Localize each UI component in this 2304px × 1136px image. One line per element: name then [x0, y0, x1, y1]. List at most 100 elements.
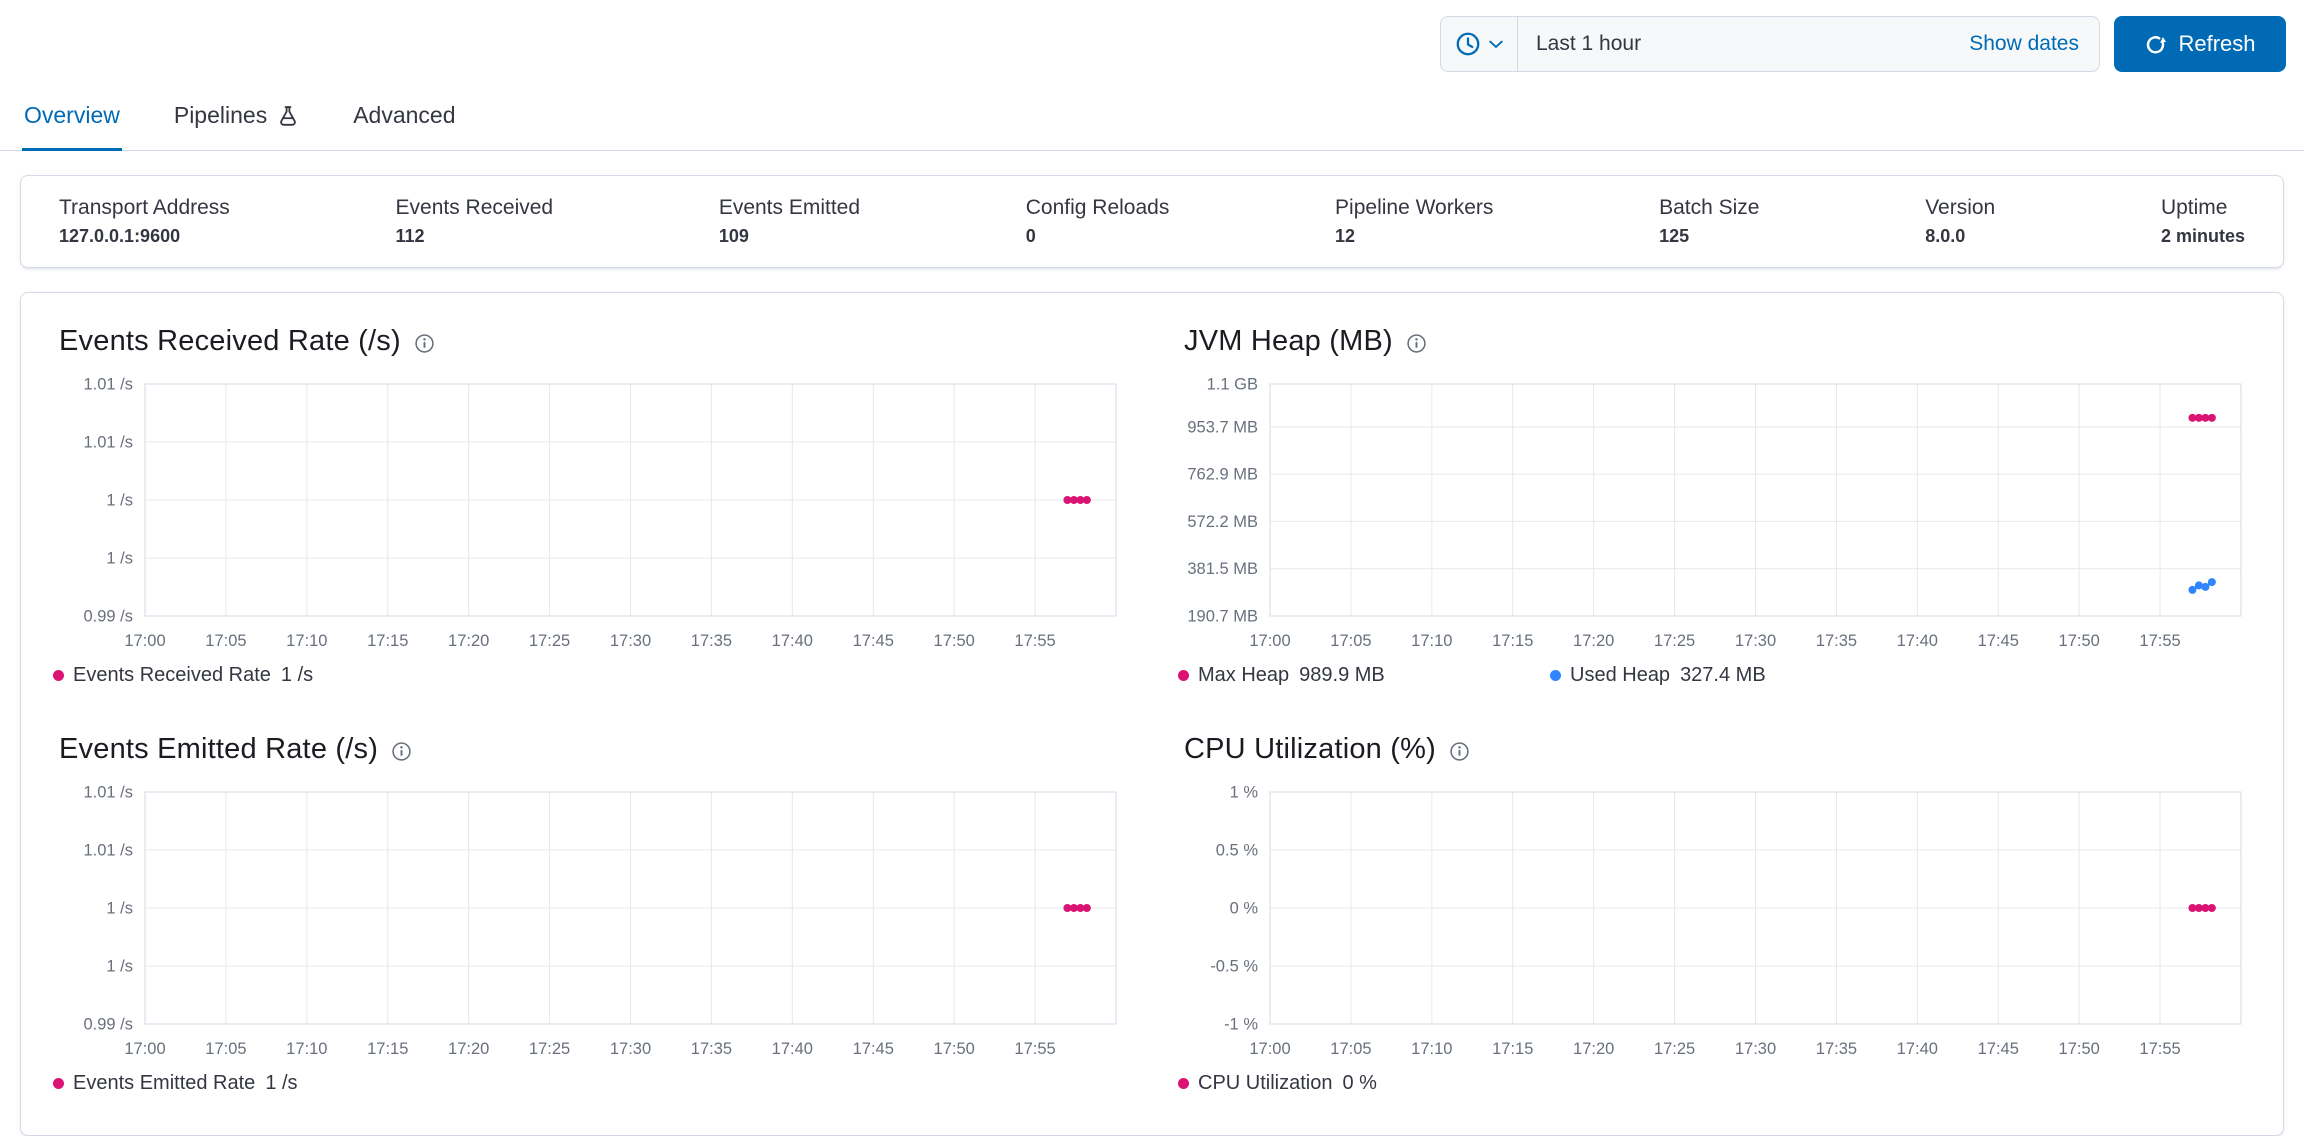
legend-item-max-heap[interactable]: Max Heap 989.9 MB: [1178, 664, 1550, 687]
x-axis-tick-label: 17:00: [1249, 1040, 1290, 1058]
y-axis-tick-label: 1 /s: [106, 492, 133, 510]
x-axis-tick-label: 17:45: [853, 1040, 894, 1058]
x-axis-tick-label: 17:10: [1411, 632, 1452, 650]
y-axis-tick-label: 1.01 /s: [83, 784, 133, 802]
x-axis-tick-label: 17:05: [1330, 1040, 1371, 1058]
chart-events-received-rate: Events Received Rate (/s) 1.01 /s 1.01 /s 1…: [49, 325, 1130, 687]
date-quick-select-button[interactable]: [1441, 17, 1518, 71]
tab-label: Pipelines: [173, 102, 268, 128]
summary-stat-events-emitted: Events Emitted 109: [719, 196, 860, 247]
series-point: [1082, 496, 1091, 504]
stat-label: Pipeline Workers: [1335, 196, 1494, 219]
summary-stat-uptime: Uptime 2 minutes: [2161, 196, 2245, 247]
charts-panel: Events Received Rate (/s) 1.01 /s 1.01 /s 1…: [20, 292, 2284, 1136]
x-axis-tick-label: 17:50: [934, 1040, 975, 1058]
info-icon[interactable]: [1406, 333, 1427, 354]
time-range-value[interactable]: Last 1 hour: [1518, 32, 1949, 56]
x-axis-tick-label: 17:30: [1735, 632, 1776, 650]
y-axis-tick-label: 1 /s: [106, 900, 133, 918]
series-point: [2207, 413, 2216, 422]
x-axis-tick-label: 17:50: [2059, 632, 2100, 650]
series-point: [2207, 904, 2216, 912]
chart-legend: CPU Utilization 0 %: [1178, 1072, 2255, 1095]
stat-value: 127.0.0.1:9600: [59, 226, 181, 246]
super-date-picker: Last 1 hour Show dates: [1440, 16, 2100, 72]
stat-label: Uptime: [2160, 196, 2228, 219]
stat-label: Transport Address: [59, 196, 230, 219]
legend-value: 327.4 MB: [1680, 664, 1766, 686]
x-axis-tick-label: 17:05: [205, 1040, 246, 1058]
summary-stat-events-received: Events Received 112: [396, 196, 554, 247]
x-axis-tick-label: 17:55: [2139, 632, 2180, 650]
info-icon[interactable]: [391, 741, 412, 762]
chart-canvas[interactable]: 1.01 /s 1.01 /s 1 /s 1 /s 0.99 /s 17:00 17:05 1…: [49, 376, 1130, 662]
y-axis-tick-label: -1 %: [1224, 1016, 1258, 1034]
x-axis-tick-label: 17:25: [1654, 1040, 1695, 1058]
refresh-icon: [2147, 35, 2167, 53]
x-axis-tick-label: 17:15: [1492, 1040, 1533, 1058]
series-point: [2207, 578, 2216, 587]
tab-label: Overview: [24, 102, 120, 128]
chart-cpu-utilization: CPU Utilization (%) 1 % 0.5 % 0 % -0.5 % -1 %…: [1174, 733, 2255, 1095]
x-axis-tick-label: 17:55: [1014, 1040, 1055, 1058]
summary-stat-transport-address: Transport Address 127.0.0.1:9600: [59, 196, 230, 247]
refresh-button[interactable]: Refresh: [2114, 16, 2286, 72]
x-axis-tick-label: 17:50: [2059, 1040, 2100, 1058]
stat-label: Version: [1925, 196, 1996, 219]
y-axis-tick-label: 1.01 /s: [83, 842, 133, 860]
x-axis-tick-label: 17:20: [448, 1040, 489, 1058]
chart-canvas[interactable]: 1.1 GB 953.7 MB 762.9 MB 572.2 MB 381.5 MB 19…: [1174, 376, 2255, 662]
series-point: [2201, 582, 2210, 591]
clock-icon: [1456, 32, 1480, 56]
chart-canvas[interactable]: 1 % 0.5 % 0 % -0.5 % -1 % 17:00 17:05 17:10 17:1…: [1174, 784, 2255, 1070]
x-axis-tick-label: 17:00: [124, 632, 165, 650]
y-axis-tick-label: 1 /s: [106, 550, 133, 568]
legend-label: Events Received Rate: [73, 664, 271, 686]
x-axis-tick-label: 17:15: [367, 1040, 408, 1058]
x-axis-tick-label: 17:25: [529, 632, 570, 650]
x-axis-tick-label: 17:55: [1014, 632, 1055, 650]
y-axis-tick-label: 381.5 MB: [1187, 560, 1258, 578]
tab-overview[interactable]: Overview: [22, 92, 122, 151]
y-axis-tick-label: 190.7 MB: [1187, 608, 1258, 626]
legend-dot: [1178, 670, 1189, 681]
y-axis-tick-label: 1.01 /s: [83, 434, 133, 452]
summary-stat-pipeline-workers: Pipeline Workers 12: [1335, 196, 1493, 247]
y-axis-tick-label: 0.99 /s: [83, 1016, 133, 1034]
legend-label: Used Heap: [1570, 664, 1671, 686]
legend-value: 1 /s: [280, 664, 314, 686]
legend-item-events-emitted-rate[interactable]: Events Emitted Rate 1 /s: [53, 1072, 425, 1095]
chart-title-row: CPU Utilization (%): [1184, 733, 2255, 766]
x-axis-tick-label: 17:40: [772, 632, 813, 650]
y-axis-tick-label: 953.7 MB: [1187, 418, 1258, 436]
x-axis-tick-label: 17:20: [1573, 632, 1614, 650]
chart-canvas[interactable]: 1.01 /s 1.01 /s 1 /s 1 /s 0.99 /s 17:00 17:05 1…: [49, 784, 1130, 1070]
info-icon[interactable]: [414, 333, 435, 354]
x-axis-tick-label: 17:35: [1816, 632, 1857, 650]
chart-title: Events Received Rate (/s): [59, 325, 401, 357]
logstash-node-monitoring-page: Last 1 hour Show dates Refresh Overview P…: [0, 0, 2304, 1136]
show-dates-button[interactable]: Show dates: [1949, 32, 2099, 56]
x-axis-tick-label: 17:25: [529, 1040, 570, 1058]
chart-legend: Max Heap 989.9 MB Used Heap 327.4 MB: [1178, 664, 2255, 687]
legend-item-cpu-utilization[interactable]: CPU Utilization 0 %: [1178, 1072, 1550, 1095]
x-axis-tick-label: 17:45: [1978, 1040, 2019, 1058]
summary-stat-version: Version 8.0.0: [1925, 196, 1995, 247]
summary-stat-config-reloads: Config Reloads 0: [1026, 196, 1170, 247]
info-icon[interactable]: [1449, 741, 1470, 762]
x-axis-tick-label: 17:05: [1330, 632, 1371, 650]
legend-item-used-heap[interactable]: Used Heap 327.4 MB: [1550, 664, 1922, 687]
legend-label: Max Heap: [1198, 664, 1290, 686]
y-axis-tick-label: 1.1 GB: [1207, 376, 1258, 394]
tab-advanced[interactable]: Advanced: [351, 92, 457, 151]
chart-title: CPU Utilization (%): [1184, 733, 1436, 765]
x-axis-tick-label: 17:50: [934, 632, 975, 650]
tab-pipelines[interactable]: Pipelines: [172, 92, 301, 151]
x-axis-tick-label: 17:35: [1816, 1040, 1857, 1058]
x-axis-tick-label: 17:35: [691, 632, 732, 650]
y-axis-tick-label: 572.2 MB: [1187, 513, 1258, 531]
legend-item-events-received-rate[interactable]: Events Received Rate 1 /s: [53, 664, 425, 687]
legend-dot: [53, 1078, 64, 1089]
tab-label: Advanced: [353, 102, 456, 128]
refresh-button-label: Refresh: [2178, 31, 2256, 56]
